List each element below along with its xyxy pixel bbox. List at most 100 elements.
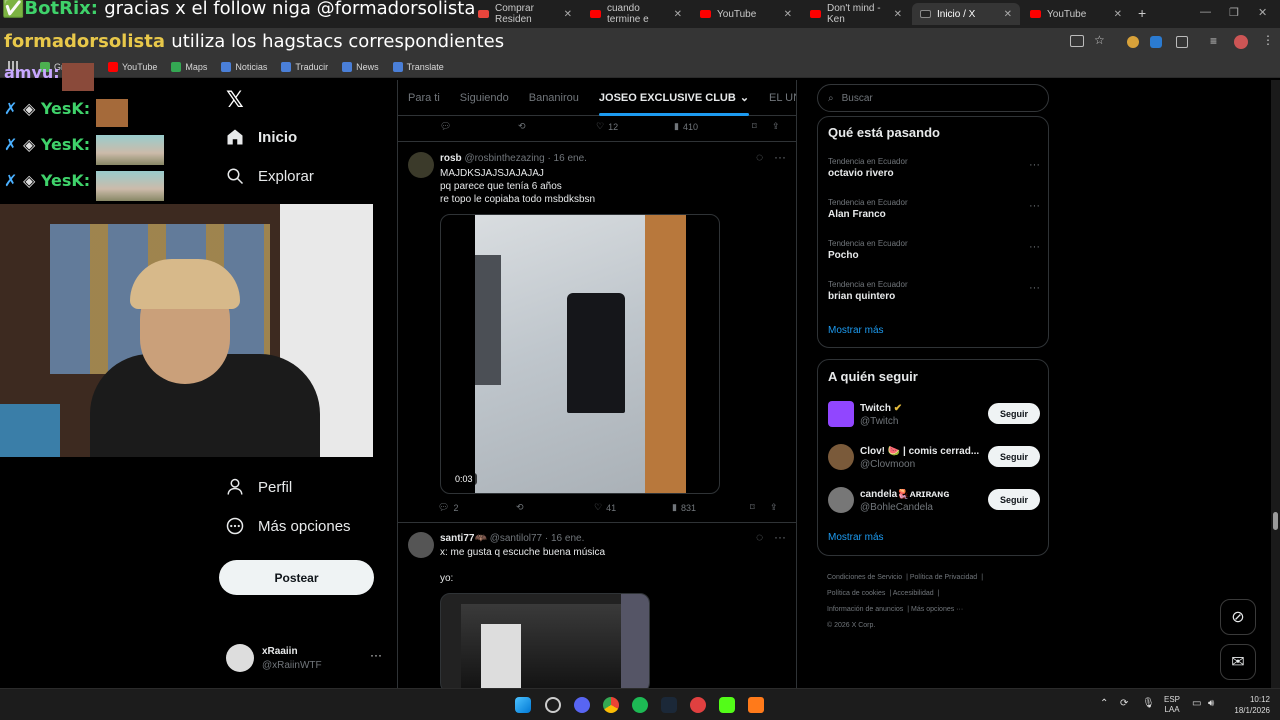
tab-inicio-x[interactable]: Inicio / X ✕ — [912, 3, 1020, 25]
tab-bananirou[interactable]: Bananirou — [519, 80, 589, 116]
more-dots-icon[interactable]: ··· — [1029, 282, 1040, 294]
footer-link[interactable]: Accesibilidad — [893, 590, 934, 597]
windows-start-icon[interactable] — [515, 697, 531, 713]
chrome-icon[interactable] — [603, 697, 619, 713]
footer-link[interactable]: Política de Privacidad — [910, 574, 977, 581]
more-dots-icon[interactable]: ··· — [1029, 159, 1040, 171]
close-icon[interactable]: ✕ — [894, 9, 902, 20]
new-tab-icon[interactable]: + — [1138, 5, 1146, 21]
follow-button[interactable]: Seguir — [988, 446, 1040, 467]
tweet[interactable]: rosb @rosbinthezazing · 16 ene. ◌ ··· MA… — [398, 142, 796, 523]
views-button[interactable]: ▮ 831 — [672, 502, 696, 513]
more-dots-icon[interactable]: ··· — [370, 648, 382, 662]
trend-item[interactable]: Tendencia en Ecuador Alan Franco ··· — [828, 198, 1040, 220]
tab-dont-mind[interactable]: Don't mind - Ken ✕ — [802, 3, 910, 25]
nav-item-mas-opciones[interactable]: Más opciones — [226, 517, 351, 535]
follow-suggestion[interactable]: candela🪼ᴀʀɪʀᴀɴɢ @BohleCandela Seguir — [828, 487, 1040, 515]
tweet-video[interactable]: 0:03 — [440, 214, 720, 494]
like-button[interactable]: ♡ 41 — [594, 502, 616, 513]
minimize-icon[interactable]: — — [1200, 6, 1211, 18]
tweet[interactable]: santi77🦇 @santilol77 · 16 ene. ◌ ··· x: … — [398, 523, 796, 688]
follow-suggestion[interactable]: Twitch ✔ @Twitch Seguir — [828, 401, 1040, 429]
search-input[interactable]: ⌕ Buscar — [817, 84, 1049, 112]
like-button[interactable]: ♡ 12 — [596, 121, 618, 132]
language-indicator[interactable]: ESP LAA — [1164, 695, 1180, 715]
footer-link[interactable]: Política de cookies — [827, 590, 885, 597]
bookmark-maps[interactable]: Maps — [171, 61, 207, 72]
nav-item-explorar[interactable]: Explorar — [226, 167, 314, 185]
follow-button[interactable]: Seguir — [988, 403, 1040, 424]
who-show-more-link[interactable]: Mostrar más — [828, 532, 884, 543]
bookmark-noticias[interactable]: Noticias — [221, 61, 267, 72]
more-dots-icon[interactable]: ··· — [774, 150, 786, 164]
close-icon[interactable]: ✕ — [564, 9, 572, 20]
media-icon[interactable]: ≡ — [1210, 34, 1217, 48]
extension-icon[interactable] — [1150, 36, 1162, 48]
scrollbar[interactable] — [1271, 80, 1280, 688]
app-icon[interactable] — [690, 697, 706, 713]
grok-button[interactable]: ⊘ — [1220, 599, 1256, 635]
messages-button[interactable]: ✉ — [1220, 644, 1256, 680]
tab-cuando-termine[interactable]: cuando termine e ✕ — [582, 3, 690, 25]
views-button[interactable]: ▮ 410 — [674, 121, 698, 132]
trend-item[interactable]: Tendencia en Ecuador brian quintero ··· — [828, 280, 1040, 302]
app-icon[interactable] — [748, 697, 764, 713]
microphone-icon[interactable]: 🎙︎ — [1142, 698, 1155, 709]
more-dots-icon[interactable]: ··· — [1029, 200, 1040, 212]
volume-icon[interactable]: 🔊︎ — [1208, 698, 1214, 709]
footer-link[interactable]: Condiciones de Servicio — [827, 574, 902, 581]
tweet-previous[interactable]: 💬︎ ⟲ ♡ 12 ▮ 410 ⌑ ⇪ — [398, 116, 796, 142]
kebab-menu-icon[interactable]: ⋮ — [1262, 33, 1274, 47]
profile-avatar-icon[interactable] — [1234, 35, 1248, 49]
bookmark-news[interactable]: News — [342, 61, 379, 72]
spotify-icon[interactable] — [632, 697, 648, 713]
close-icon[interactable]: ✕ — [784, 9, 792, 20]
follow-button[interactable]: Seguir — [988, 489, 1040, 510]
reply-button[interactable]: 💬︎ 2 — [438, 502, 458, 513]
post-button[interactable]: Postear — [219, 560, 374, 595]
trend-item[interactable]: Tendencia en Ecuador Pocho ··· — [828, 239, 1040, 261]
scrollbar-thumb[interactable] — [1273, 512, 1278, 530]
nav-item-perfil[interactable]: Perfil — [226, 478, 292, 496]
sync-icon[interactable]: ⟳ — [1120, 698, 1128, 709]
share-icon[interactable]: ⇪ — [772, 121, 780, 132]
search-icon[interactable] — [545, 697, 561, 713]
tab-joseo-exclusive-club[interactable]: JOSEO EXCLUSIVE CLUB ⌄ — [589, 80, 759, 116]
close-icon[interactable]: ✕ — [1004, 9, 1012, 20]
tab-siguiendo[interactable]: Siguiendo — [450, 80, 519, 116]
network-icon[interactable]: ▭ — [1192, 698, 1201, 709]
bookmark-youtube[interactable]: YouTube — [108, 61, 157, 72]
share-icon[interactable]: ⇪ — [770, 502, 778, 513]
tab-comprar[interactable]: Comprar Residen ✕ — [470, 3, 580, 25]
steam-icon[interactable] — [661, 697, 677, 713]
reply-icon[interactable]: 💬︎ — [440, 121, 451, 132]
tab-para-ti[interactable]: Para ti — [398, 80, 450, 116]
repost-icon[interactable]: ⟲ — [516, 502, 524, 513]
trends-show-more-link[interactable]: Mostrar más — [828, 325, 884, 336]
grok-icon[interactable]: ◌ — [756, 150, 763, 164]
avatar[interactable] — [408, 532, 434, 558]
account-switcher[interactable]: xRaaiin @xRaiinWTF ··· — [226, 642, 386, 676]
close-icon[interactable]: ✕ — [1114, 9, 1122, 20]
more-dots-icon[interactable]: ··· — [774, 530, 786, 544]
discord-icon[interactable] — [574, 697, 590, 713]
cast-icon[interactable] — [1070, 35, 1084, 47]
bookmark-translate[interactable]: Translate — [392, 61, 444, 72]
footer-link[interactable]: Más opciones ··· — [911, 606, 963, 613]
trend-item[interactable]: Tendencia en Ecuador octavio rivero ··· — [828, 157, 1040, 179]
bookmark-traducir[interactable]: Traducir — [281, 61, 328, 72]
tab-el-under[interactable]: EL UNDER — [759, 80, 796, 116]
footer-link[interactable]: Información de anuncios — [827, 606, 903, 613]
extension-icon[interactable] — [1127, 36, 1139, 48]
avatar[interactable] — [408, 152, 434, 178]
x-logo-icon[interactable]: 𝕏 — [226, 88, 244, 113]
bookmark-icon[interactable]: ⌑ — [752, 121, 757, 132]
more-dots-icon[interactable]: ··· — [1029, 241, 1040, 253]
tab-youtube-2[interactable]: YouTube ✕ — [1022, 3, 1130, 25]
close-icon[interactable]: ✕ — [674, 9, 682, 20]
tweet-image[interactable] — [440, 593, 650, 688]
nav-item-inicio[interactable]: Inicio — [226, 128, 297, 146]
maximize-icon[interactable]: ❐ — [1229, 6, 1239, 19]
grok-icon[interactable]: ◌ — [756, 530, 763, 544]
extensions-puzzle-icon[interactable] — [1176, 36, 1188, 48]
